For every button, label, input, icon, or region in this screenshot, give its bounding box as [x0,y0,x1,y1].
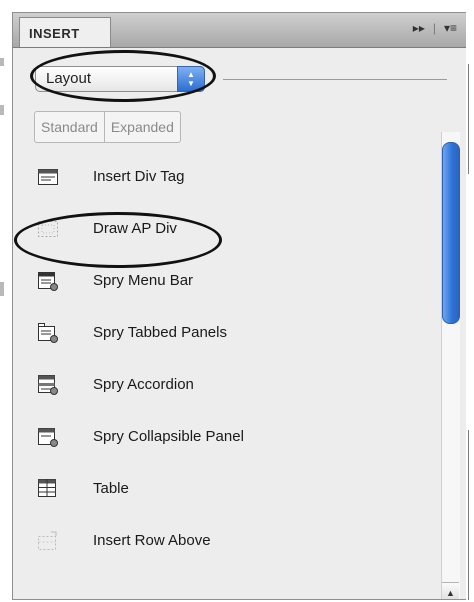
list-item-spry-accordion[interactable]: Spry Accordion [13,366,433,406]
expanded-view-button[interactable]: Expanded [103,112,180,142]
standard-view-button[interactable]: Standard [35,112,104,142]
spry-accordion-icon [38,375,58,395]
scrollbar-thumb[interactable] [442,142,460,324]
tab-insert[interactable]: INSERT [19,17,111,47]
panel-menu-icon[interactable]: ▾≡ [444,21,457,35]
list-item-label: Spry Accordion [93,376,194,393]
list-item-insert-row-above[interactable]: Insert Row Above [13,522,433,562]
list-item-draw-ap-div[interactable]: Draw AP Div [13,210,433,250]
list-item-label: Spry Collapsible Panel [93,428,244,445]
insert-row-above-icon [38,531,57,550]
insert-panel: INSERT ▸▸ | ▾≡ Layout ▲ ▼ Standard Expan… [12,12,468,600]
right-window-edge [466,0,474,602]
spry-tabbed-panels-icon [38,323,58,343]
list-item-label: Spry Menu Bar [93,272,194,289]
scrollbar[interactable]: ▲ ▼ [441,132,460,599]
list-item-label: Table [93,480,129,497]
list-item-spry-menu-bar[interactable]: Spry Menu Bar [13,262,433,302]
list-item-label: Insert Row Above [93,532,211,549]
panel-content: Layout ▲ ▼ Standard Expanded Insert Div … [13,48,467,599]
list-item-label: Insert Div Tag [93,168,185,185]
list-item-insert-div-tag[interactable]: Insert Div Tag [13,158,433,198]
left-window-edge [0,0,12,602]
list-item-spry-collapsible-panel[interactable]: Spry Collapsible Panel [13,418,433,458]
list-item-table[interactable]: Table [13,470,433,510]
list-item-label: Draw AP Div [93,220,177,237]
screenshot-frame: INSERT ▸▸ | ▾≡ Layout ▲ ▼ Standard Expan… [0,0,474,602]
spry-menu-bar-icon [38,272,58,291]
div-tag-icon [38,169,58,185]
divider: | [432,21,436,35]
view-toggle: Standard Expanded [34,111,181,143]
ap-div-icon [38,221,58,237]
spry-collapsible-panel-icon [38,428,58,447]
divider-line [223,79,447,80]
scroll-up-icon[interactable]: ▲ [442,582,459,599]
panel-titlebar: INSERT ▸▸ | ▾≡ [13,13,467,48]
list-item-label: Spry Tabbed Panels [93,324,227,341]
category-select-value: Layout [46,70,92,87]
category-select[interactable]: Layout ▲ ▼ [35,66,205,92]
select-arrows-icon[interactable]: ▲ ▼ [177,66,205,92]
table-icon [38,479,56,497]
list-item-spry-tabbed-panels[interactable]: Spry Tabbed Panels [13,314,433,354]
panel-controls: ▸▸ | ▾≡ [413,21,457,35]
expand-icon[interactable]: ▸▸ [413,21,425,35]
